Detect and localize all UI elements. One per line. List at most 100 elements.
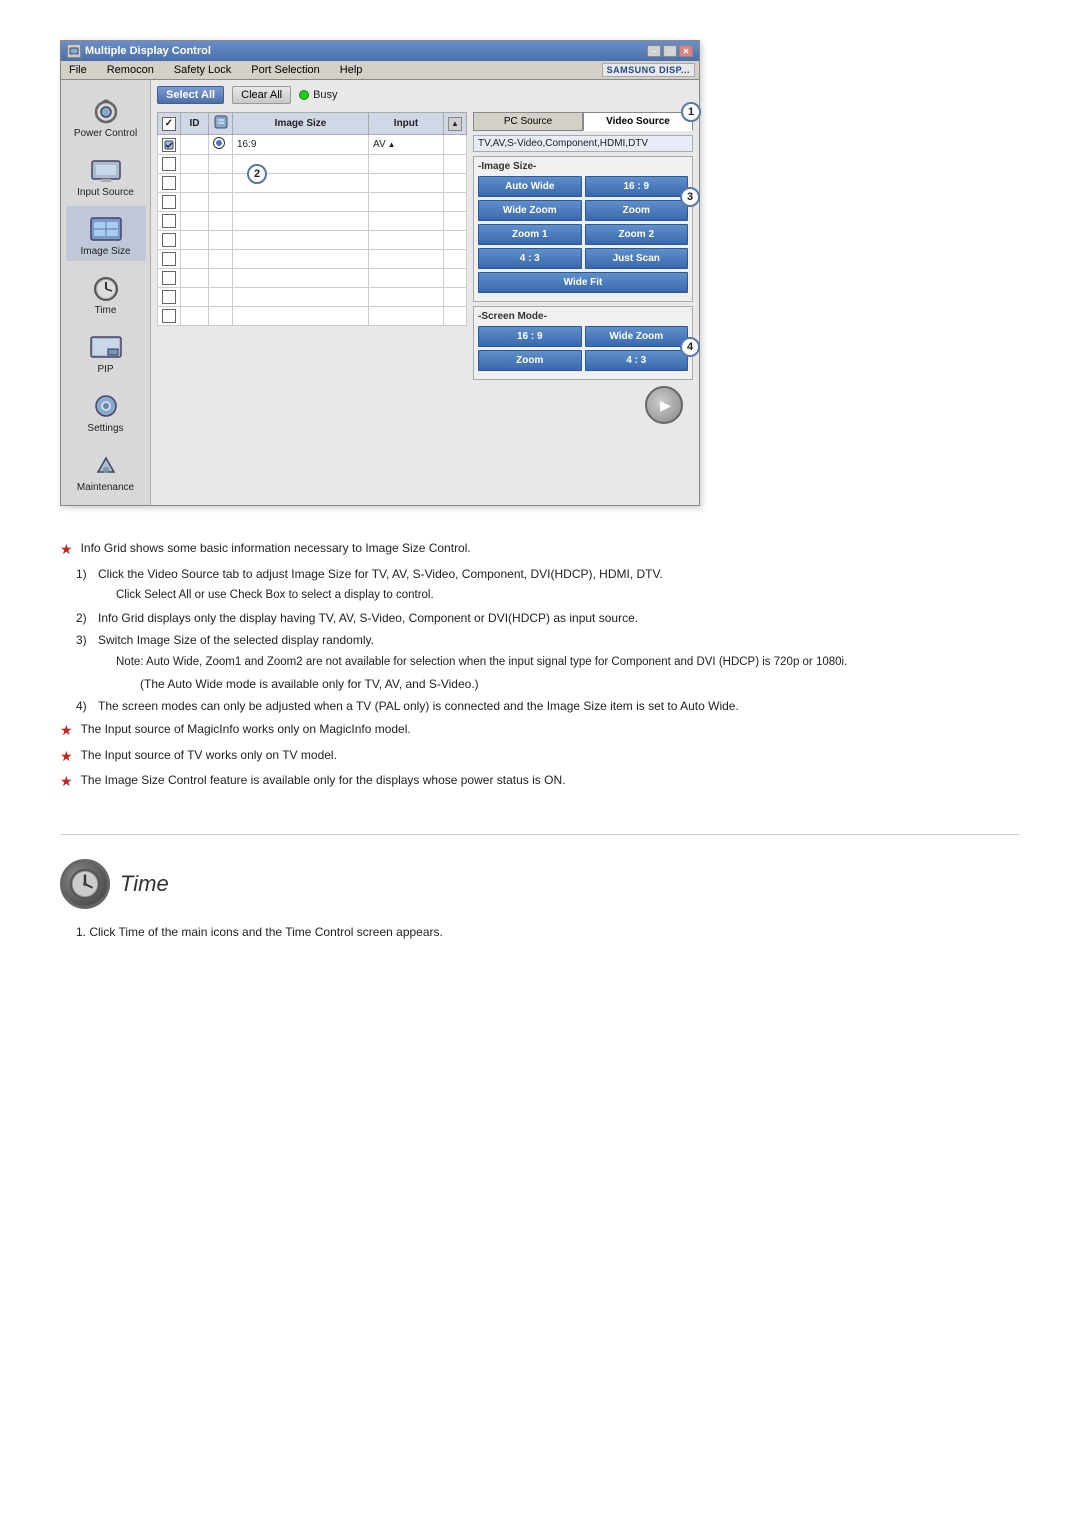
close-button[interactable]: ✕ [679, 45, 693, 57]
btn-zoom[interactable]: Zoom [585, 200, 689, 221]
col-id: ID [181, 113, 209, 135]
time-section: Time 1. Click Time of the main icons and… [60, 859, 1020, 939]
content-area: Select All Clear All Busy 2 [151, 80, 699, 505]
note-2: 2) Info Grid displays only the display h… [76, 608, 1020, 628]
sidebar-item-input[interactable]: Input Source [66, 147, 146, 202]
tab-video-source[interactable]: Video Source [583, 112, 693, 131]
table-row [158, 269, 467, 288]
sidebar-imagesize-label: Image Size [80, 246, 130, 257]
sidebar-item-time[interactable]: Time [66, 265, 146, 320]
row-checkbox[interactable] [162, 157, 176, 171]
table-row [158, 212, 467, 231]
input-icon [86, 151, 126, 187]
sidebar-time-label: Time [95, 305, 117, 316]
sidebar-settings-label: Settings [87, 423, 123, 434]
row-checkbox[interactable] [162, 233, 176, 247]
maximize-button[interactable]: □ [663, 45, 677, 57]
menu-file[interactable]: File [65, 63, 91, 77]
row-checkbox[interactable] [162, 195, 176, 209]
btn-16-9[interactable]: 16 : 9 [585, 176, 689, 197]
note-text-1 [91, 564, 94, 584]
app-title: Multiple Display Control [85, 45, 211, 57]
col-icon [209, 113, 233, 135]
btn-4-3[interactable]: 4 : 3 [478, 248, 582, 269]
scroll-up[interactable]: ▲ [448, 117, 462, 131]
clear-all-button[interactable]: Clear All [232, 86, 291, 104]
settings-icon [86, 387, 126, 423]
btn-sm-zoom[interactable]: Zoom [478, 350, 582, 371]
sidebar: Power Control Input Source [61, 80, 151, 505]
pip-icon [86, 328, 126, 364]
sidebar-maintenance-label: Maintenance [77, 482, 134, 493]
col-check: ✓ [158, 113, 181, 135]
table-row [158, 174, 467, 193]
table-row [158, 250, 467, 269]
time-note: 1. Click Time of the main icons and the … [76, 925, 1020, 939]
play-button[interactable] [645, 386, 683, 424]
note-star-3: ★ The Input source of TV works only on T… [60, 745, 1020, 769]
note-num-3: 3) [76, 630, 87, 650]
note-sub-2: Note: Auto Wide, Zoom1 and Zoom2 are not… [116, 653, 1020, 673]
busy-label: Busy [313, 89, 337, 101]
tab-pc-source[interactable]: PC Source [473, 112, 583, 131]
note-text-sub2: Note: Auto Wide, Zoom1 and Zoom2 are not… [116, 653, 847, 673]
sidebar-power-label: Power Control [74, 128, 137, 139]
sidebar-input-label: Input Source [77, 187, 134, 198]
btn-sm-16-9[interactable]: 16 : 9 [478, 326, 582, 347]
note-num-2: 2) [76, 608, 87, 628]
screen-mode-buttons: 16 : 9 Wide Zoom Zoom 4 : 3 [478, 326, 688, 371]
menu-safety-lock[interactable]: Safety Lock [170, 63, 235, 77]
note-text-star3: The Input source of TV works only on TV … [81, 745, 337, 765]
menu-port-selection[interactable]: Port Selection [247, 63, 323, 77]
row-checkbox[interactable] [162, 309, 176, 323]
title-bar-icon [67, 44, 81, 58]
btn-zoom2[interactable]: Zoom 2 [585, 224, 689, 245]
row-checkbox[interactable] [162, 271, 176, 285]
btn-wide-zoom[interactable]: Wide Zoom [478, 200, 582, 221]
menu-help[interactable]: Help [336, 63, 367, 77]
sidebar-item-maintenance[interactable]: Maintenance [66, 442, 146, 497]
row-checkbox[interactable] [162, 176, 176, 190]
note-1: 1) Click the Video Source tab to adjust … [76, 564, 1020, 584]
note-star-4: ★ The Image Size Control feature is avai… [60, 770, 1020, 794]
screen-mode-section: 4 -Screen Mode- 16 : 9 Wide Zoom Zoom 4 … [473, 306, 693, 380]
btn-sm-4-3[interactable]: 4 : 3 [585, 350, 689, 371]
btn-sm-wide-zoom[interactable]: Wide Zoom [585, 326, 689, 347]
sidebar-item-power[interactable]: Power Control [66, 88, 146, 143]
sidebar-item-pip[interactable]: PIP [66, 324, 146, 379]
note-4: 4) The screen modes can only be adjusted… [76, 696, 1020, 716]
time-section-icon [60, 859, 110, 909]
note-text-sub1: Click Select All or use Check Box to sel… [116, 586, 434, 606]
btn-wide-fit[interactable]: Wide Fit [478, 272, 688, 293]
row-id [181, 135, 209, 155]
imagesize-icon [86, 210, 126, 246]
header-checkbox[interactable]: ✓ [162, 117, 176, 131]
sidebar-pip-label: PIP [97, 364, 113, 375]
star-icon-4: ★ [60, 770, 73, 794]
btn-auto-wide[interactable]: Auto Wide [478, 176, 582, 197]
main-layout: Power Control Input Source [61, 80, 699, 505]
note-text-sub2b: (The Auto Wide mode is available only fo… [140, 674, 479, 694]
menu-remocon[interactable]: Remocon [103, 63, 158, 77]
btn-zoom1[interactable]: Zoom 1 [478, 224, 582, 245]
note-text-2: Info Grid displays only the display havi… [98, 608, 638, 628]
row-checkbox[interactable] [162, 214, 176, 228]
maintenance-icon [86, 446, 126, 482]
scroll-arrow-right[interactable]: ▲ [388, 140, 396, 149]
screen-mode-title: -Screen Mode- [478, 311, 688, 322]
time-icon [86, 269, 126, 305]
sidebar-item-imagesize[interactable]: Image Size [66, 206, 146, 261]
btn-just-scan[interactable]: Just Scan [585, 248, 689, 269]
table-row [158, 231, 467, 250]
row-imagesize: 16:9 [233, 135, 369, 155]
col-imagesize: Image Size [233, 113, 369, 135]
sidebar-item-settings[interactable]: Settings [66, 383, 146, 438]
app-window: Multiple Display Control ─ □ ✕ File Remo… [60, 40, 700, 506]
note-sub-2b: (The Auto Wide mode is available only fo… [140, 674, 1020, 694]
minimize-button[interactable]: ─ [647, 45, 661, 57]
row-checkbox[interactable] [162, 252, 176, 266]
row-radio[interactable] [213, 137, 225, 149]
row-checkbox[interactable] [162, 138, 176, 152]
row-checkbox[interactable] [162, 290, 176, 304]
select-all-button[interactable]: Select All [157, 86, 224, 104]
